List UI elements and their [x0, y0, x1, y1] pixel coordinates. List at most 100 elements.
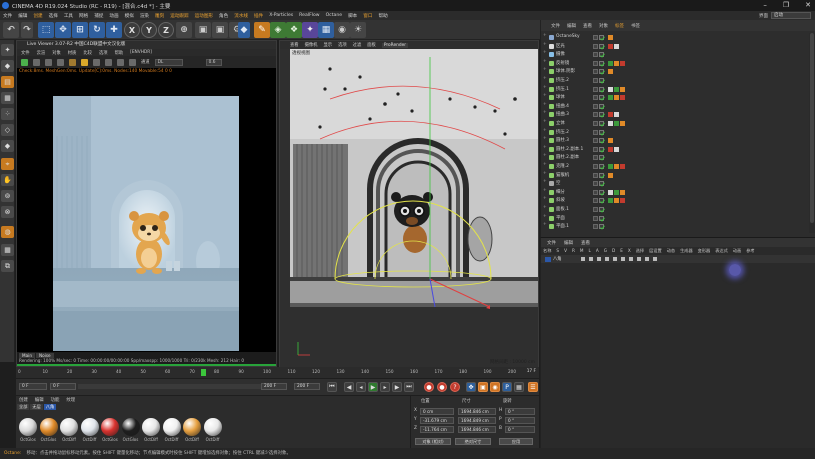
material-tab[interactable]: 全部 — [17, 403, 30, 410]
workplane-lock-icon[interactable]: ⊗ — [1, 206, 14, 218]
menu-item[interactable]: 模拟 — [122, 13, 137, 19]
object-name[interactable]: 球体.阴影 — [556, 68, 575, 74]
material-tag-icon[interactable] — [608, 95, 613, 101]
size-field[interactable]: 1694.846 cm — [458, 408, 496, 415]
menu-item[interactable]: 选择 — [46, 13, 61, 19]
material-tag-icon[interactable] — [614, 189, 619, 195]
object-row[interactable]: + 摄像 — [541, 50, 809, 58]
lock-icon[interactable] — [81, 58, 88, 66]
expand-icon[interactable]: + — [543, 196, 547, 201]
material-tag-icon[interactable] — [614, 43, 619, 49]
material-swatch[interactable]: OctDiff — [59, 418, 79, 446]
object-name[interactable]: 细分 — [556, 189, 565, 195]
timeline-ruler[interactable]: 0 10 20 30 40 50 60 70 80 90 100 110 120 130 140 150 160… — [16, 367, 539, 378]
end-frame-field[interactable]: 200 F — [294, 383, 320, 390]
deformer-icon[interactable]: ✦ — [302, 22, 318, 38]
layer-color-swatch[interactable] — [545, 256, 551, 262]
enable-check-icon[interactable] — [599, 138, 605, 144]
undo-icon[interactable]: ↶ — [3, 22, 19, 38]
visibility-dots[interactable] — [593, 146, 598, 152]
material-tag-icon[interactable] — [608, 112, 613, 118]
menu-item[interactable]: Octane — [323, 13, 346, 18]
visibility-dots[interactable] — [593, 69, 598, 75]
object-name[interactable]: 挤压.1 — [556, 86, 569, 92]
object-row[interactable]: + 立体 — [541, 119, 809, 127]
expand-icon[interactable]: + — [543, 59, 547, 64]
object-name[interactable]: 空 — [556, 180, 560, 186]
material-swatch[interactable]: OctGlos — [100, 418, 120, 446]
coord-mode-dropdown[interactable]: 对象 (相对) — [415, 438, 451, 445]
object-name[interactable]: 圆柱.2.副本 — [556, 154, 579, 160]
material-swatch[interactable]: OctGlos — [39, 418, 59, 446]
object-manager-menu-item[interactable]: 对象 — [599, 23, 608, 29]
enable-check-icon[interactable] — [599, 121, 605, 127]
live-viewer-menu-item[interactable]: [ENVHDR] — [130, 50, 152, 55]
material-tag-icon[interactable] — [608, 86, 613, 92]
object-row[interactable]: + 猫猴机 — [541, 171, 809, 179]
viewport-menu-item[interactable]: 查看 — [290, 42, 299, 48]
make-editable-icon[interactable]: ✦ — [1, 44, 14, 56]
z-axis-button[interactable]: Z — [158, 22, 174, 38]
tab-main[interactable]: Main — [19, 352, 35, 358]
layout-dropdown[interactable]: 启动 — [771, 12, 811, 19]
pen-icon[interactable]: ✎ — [254, 22, 270, 38]
object-name[interactable]: 立体 — [556, 120, 565, 126]
scale-key-icon[interactable]: ▣ — [478, 382, 488, 392]
object-name[interactable]: 挤压.2 — [556, 129, 569, 135]
apply-button[interactable]: 应用 — [499, 438, 533, 445]
record-keys-icon[interactable]: ● — [424, 382, 434, 392]
enable-check-icon[interactable] — [599, 189, 605, 196]
menu-item[interactable]: 雕刻 — [152, 13, 167, 19]
rotation-key-icon[interactable]: ◉ — [490, 382, 500, 392]
visibility-dots[interactable] — [593, 181, 598, 187]
object-name[interactable]: 圆柱.3 — [556, 137, 569, 143]
deformer-toggle[interactable] — [637, 257, 641, 261]
object-name[interactable]: 区光 — [556, 43, 565, 49]
object-manager-menu-item[interactable]: 编辑 — [567, 23, 576, 29]
material-tag-icon[interactable] — [608, 146, 613, 152]
object-name[interactable]: 面板.1 — [556, 206, 569, 212]
menu-item[interactable]: 脚本 — [345, 13, 360, 19]
generator-toggle[interactable] — [629, 257, 633, 261]
visibility-dots[interactable] — [593, 224, 598, 230]
enable-check-icon[interactable] — [599, 112, 605, 119]
material-swatch[interactable]: OctDiff — [80, 418, 100, 446]
material-tag-icon[interactable] — [620, 198, 625, 204]
live-viewer-menu-item[interactable]: 文件 — [21, 50, 30, 56]
material-tag-icon[interactable] — [614, 112, 619, 118]
coordinate-system-icon[interactable]: ⊕ — [176, 22, 192, 38]
material-tag-icon[interactable] — [620, 121, 625, 126]
object-name[interactable]: OctaneSky — [556, 34, 580, 39]
visibility-dots[interactable] — [593, 78, 598, 83]
timeline-menu-icon[interactable]: ☰ — [528, 382, 538, 392]
recent-tool-icon[interactable]: ✚ — [106, 22, 122, 38]
object-name[interactable]: 摄像 — [556, 51, 565, 57]
expand-icon[interactable]: + — [543, 128, 547, 133]
material-swatch[interactable]: OctGlos — [18, 418, 38, 446]
visibility-dots[interactable] — [593, 95, 598, 101]
material-tag-icon[interactable] — [614, 146, 619, 152]
expand-icon[interactable]: + — [543, 119, 547, 124]
material-swatch[interactable]: OctDiff — [141, 418, 161, 446]
visibility-dots[interactable] — [593, 121, 598, 126]
material-tab[interactable]: 无层 — [30, 403, 43, 410]
menu-item[interactable]: 编辑 — [15, 13, 30, 19]
visibility-dots[interactable] — [593, 138, 598, 144]
menu-item[interactable]: 角色 — [216, 13, 231, 19]
playhead[interactable] — [200, 369, 206, 376]
object-row[interactable]: + 斜坡 — [541, 196, 809, 205]
visibility-dots[interactable] — [593, 86, 598, 92]
texture-mode-icon[interactable]: ▤ — [1, 76, 14, 88]
enable-check-icon[interactable] — [599, 224, 605, 230]
play-icon[interactable]: ▶ — [368, 382, 378, 392]
grid-icon[interactable]: ▦ — [1, 244, 14, 256]
material-menu-item[interactable]: 编辑 — [35, 397, 44, 403]
subdivision-icon[interactable]: ◈ — [270, 22, 286, 38]
settings-icon[interactable] — [69, 58, 76, 66]
menu-item[interactable]: 运动跟踪 — [167, 13, 191, 19]
pause-icon[interactable] — [45, 58, 52, 66]
rotation-field[interactable]: 0 ° — [505, 426, 535, 433]
object-manager-scrollbar[interactable] — [809, 33, 815, 233]
animation-toggle[interactable] — [621, 257, 625, 261]
material-tab[interactable]: 八角 — [43, 403, 57, 410]
